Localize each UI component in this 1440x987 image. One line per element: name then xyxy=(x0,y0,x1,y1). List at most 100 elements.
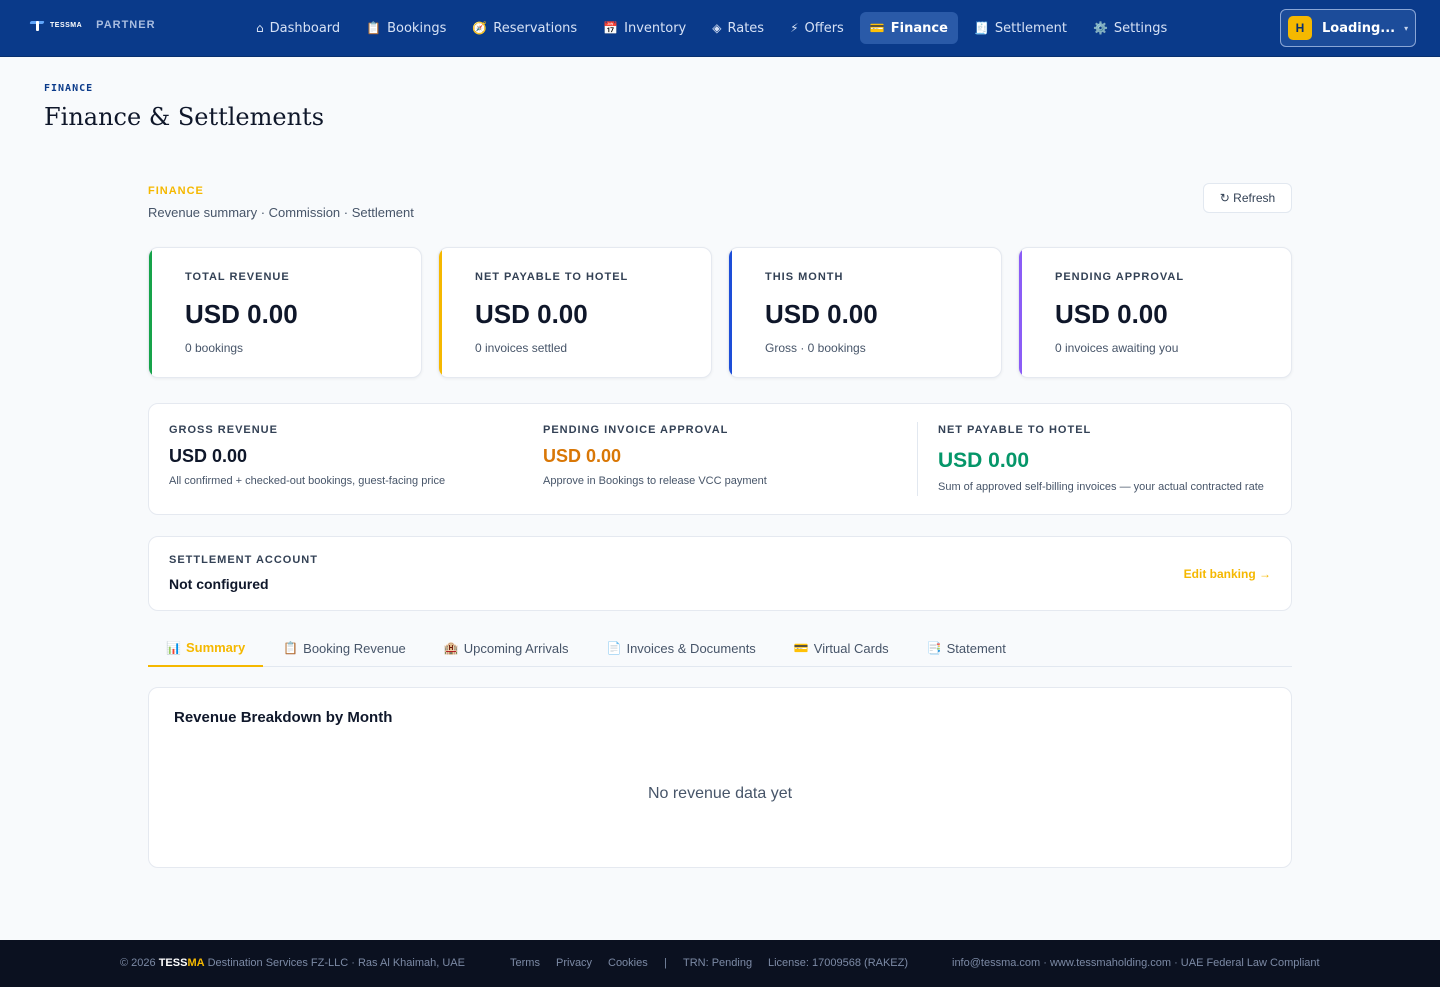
tab-invoices-documents[interactable]: 📄 Invoices & Documents xyxy=(589,630,774,666)
nav-item-label: Finance xyxy=(890,20,948,36)
footer-terms-link[interactable]: Terms xyxy=(510,957,540,969)
pending-invoice-value: USD 0.00 xyxy=(543,446,622,466)
tab-statement[interactable]: 📑 Statement xyxy=(909,630,1024,666)
nav-item-label: Reservations xyxy=(493,20,578,36)
stat-label: TOTAL REVENUE xyxy=(185,271,290,283)
copyright-year: © 2026 xyxy=(120,957,156,969)
nav-item-reservations[interactable]: 🧭 Reservations xyxy=(462,12,587,44)
calendar-icon: 📅 xyxy=(603,21,619,35)
tab-label: Invoices & Documents xyxy=(626,640,756,656)
stat-subtext: 0 invoices awaiting you xyxy=(1055,341,1179,355)
settlement-account-label: SETTLEMENT ACCOUNT xyxy=(169,554,318,566)
nav-item-label: Settlement xyxy=(994,20,1067,36)
revenue-breakdown-title: Revenue Breakdown by Month xyxy=(174,709,393,726)
nav-item-offers[interactable]: ⚡ Offers xyxy=(780,12,854,44)
footer-company: Destination Services FZ-LLC · Ras Al Kha… xyxy=(207,957,465,969)
divider xyxy=(917,422,918,496)
avatar: H xyxy=(1288,16,1312,40)
tab-label: Statement xyxy=(946,640,1006,656)
gross-revenue-label: GROSS REVENUE xyxy=(169,424,278,436)
page-eyebrow: FINANCE xyxy=(44,83,94,94)
net-payable-note: Sum of approved self-billing invoices — … xyxy=(938,481,1264,493)
stat-card-net-payable: NET PAYABLE TO HOTEL USD 0.00 0 invoices… xyxy=(438,247,712,378)
stat-subtext: Gross · 0 bookings xyxy=(765,341,866,355)
gross-revenue-note: All confirmed + checked-out bookings, gu… xyxy=(169,475,446,487)
footer-copyright: © 2026 TESSMA Destination Services FZ-LL… xyxy=(120,957,465,969)
nav-item-inventory[interactable]: 📅 Inventory xyxy=(593,12,696,44)
page-title: Finance & Settlements xyxy=(44,103,325,131)
finance-tabs: 📊 Summary 📋 Booking Revenue 🏨 Upcoming Arri… xyxy=(148,630,1292,667)
nav-item-label: Rates xyxy=(727,20,765,36)
footer-contact: info@tessma.com · www.tessmaholding.com … xyxy=(952,957,1320,969)
nav-item-bookings[interactable]: 📋 Bookings xyxy=(356,12,456,44)
nav-item-settings[interactable]: ⚙️ Settings xyxy=(1083,12,1177,44)
tab-summary[interactable]: 📊 Summary xyxy=(148,630,264,667)
diamond-icon: ◈ xyxy=(712,21,722,35)
stat-label: NET PAYABLE TO HOTEL xyxy=(475,271,629,283)
receipt-icon: 🧾 xyxy=(973,21,989,35)
user-menu-button[interactable]: H Loading... ▾ xyxy=(1280,9,1416,47)
gear-icon: ⚙️ xyxy=(1092,21,1108,35)
stat-value: USD 0.00 xyxy=(185,299,298,329)
stat-subtext: 0 invoices settled xyxy=(475,341,568,355)
net-payable-value: USD 0.00 xyxy=(938,449,1030,472)
stat-label: THIS MONTH xyxy=(765,271,844,283)
tab-upcoming-arrivals[interactable]: 🏨 Upcoming Arrivals xyxy=(426,630,587,666)
accent-bar xyxy=(1019,248,1022,377)
nav-item-label: Inventory xyxy=(624,20,687,36)
compass-icon: 🧭 xyxy=(472,21,488,35)
footer-cookies-link[interactable]: Cookies xyxy=(608,957,648,969)
top-navigation: TESSMA PARTNER ⌂ Dashboard 📋 Bookings 🧭 Res… xyxy=(0,0,1440,57)
stat-subtext: 0 bookings xyxy=(185,341,244,355)
nav-item-label: Bookings xyxy=(387,20,447,36)
revenue-summary-strip: GROSS REVENUE USD 0.00 All confirmed + c… xyxy=(148,403,1292,515)
stat-card-pending-approval: PENDING APPROVAL USD 0.00 0 invoices awa… xyxy=(1018,247,1292,378)
site-footer: © 2026 TESSMA Destination Services FZ-LL… xyxy=(0,940,1440,987)
nav-item-label: Dashboard xyxy=(269,20,341,36)
clipboard-icon: 📋 xyxy=(366,21,382,35)
brand-partner-label: PARTNER xyxy=(96,19,156,31)
settlement-account-card: SETTLEMENT ACCOUNT Not configured Edit b… xyxy=(148,536,1292,611)
edit-banking-link[interactable]: Edit banking → xyxy=(1184,567,1271,581)
hotel-icon: 🏨 xyxy=(443,641,459,655)
section-eyebrow: FINANCE xyxy=(148,185,204,197)
nav-item-settlement[interactable]: 🧾 Settlement xyxy=(964,12,1077,44)
nav-item-label: Offers xyxy=(804,20,844,36)
tessma-logo-icon xyxy=(30,18,46,32)
footer-license: License: 17009568 (RAKEZ) xyxy=(768,957,909,969)
footer-brand-tess: TESS xyxy=(158,957,188,969)
pending-invoice-note: Approve in Bookings to release VCC payme… xyxy=(543,475,767,487)
tab-label: Upcoming Arrivals xyxy=(463,640,569,656)
footer-trn: TRN: Pending xyxy=(683,957,753,969)
footer-privacy-link[interactable]: Privacy xyxy=(556,957,592,969)
nav-item-label: Settings xyxy=(1113,20,1168,36)
home-icon: ⌂ xyxy=(256,21,264,35)
footer-separator: | xyxy=(664,957,667,969)
tab-label: Summary xyxy=(185,640,246,655)
tab-virtual-cards[interactable]: 💳 Virtual Cards xyxy=(776,630,907,666)
nav-item-dashboard[interactable]: ⌂ Dashboard xyxy=(246,12,350,44)
credit-card-icon: 💳 xyxy=(793,641,809,655)
bookmark-tabs-icon: 📑 xyxy=(926,641,942,655)
gross-revenue-value: USD 0.00 xyxy=(169,446,248,466)
footer-brand-ma: MA xyxy=(187,957,205,969)
empty-state-message: No revenue data yet xyxy=(647,785,793,802)
brand-name: TESSMA xyxy=(50,21,83,29)
lightning-icon: ⚡ xyxy=(790,21,799,35)
section-subtitle: Revenue summary · Commission · Settlemen… xyxy=(148,205,414,220)
clipboard-icon: 📋 xyxy=(283,641,299,655)
net-payable-label: NET PAYABLE TO HOTEL xyxy=(938,424,1092,436)
user-name: Loading... xyxy=(1322,20,1396,36)
tab-label: Booking Revenue xyxy=(303,640,406,656)
stat-card-this-month: THIS MONTH USD 0.00 Gross · 0 bookings xyxy=(728,247,1002,378)
accent-bar xyxy=(439,248,442,377)
nav-item-rates[interactable]: ◈ Rates xyxy=(702,12,774,44)
stat-value: USD 0.00 xyxy=(475,299,588,329)
tab-booking-revenue[interactable]: 📋 Booking Revenue xyxy=(265,630,424,666)
settlement-account-status: Not configured xyxy=(169,576,269,592)
brand-logo[interactable]: TESSMA PARTNER xyxy=(30,18,156,32)
nav-item-finance[interactable]: 💳 Finance xyxy=(859,12,958,44)
pending-invoice-label: PENDING INVOICE APPROVAL xyxy=(543,424,729,436)
stat-card-total-revenue: TOTAL REVENUE USD 0.00 0 bookings xyxy=(148,247,422,378)
refresh-button[interactable]: ↻ Refresh xyxy=(1203,183,1292,213)
